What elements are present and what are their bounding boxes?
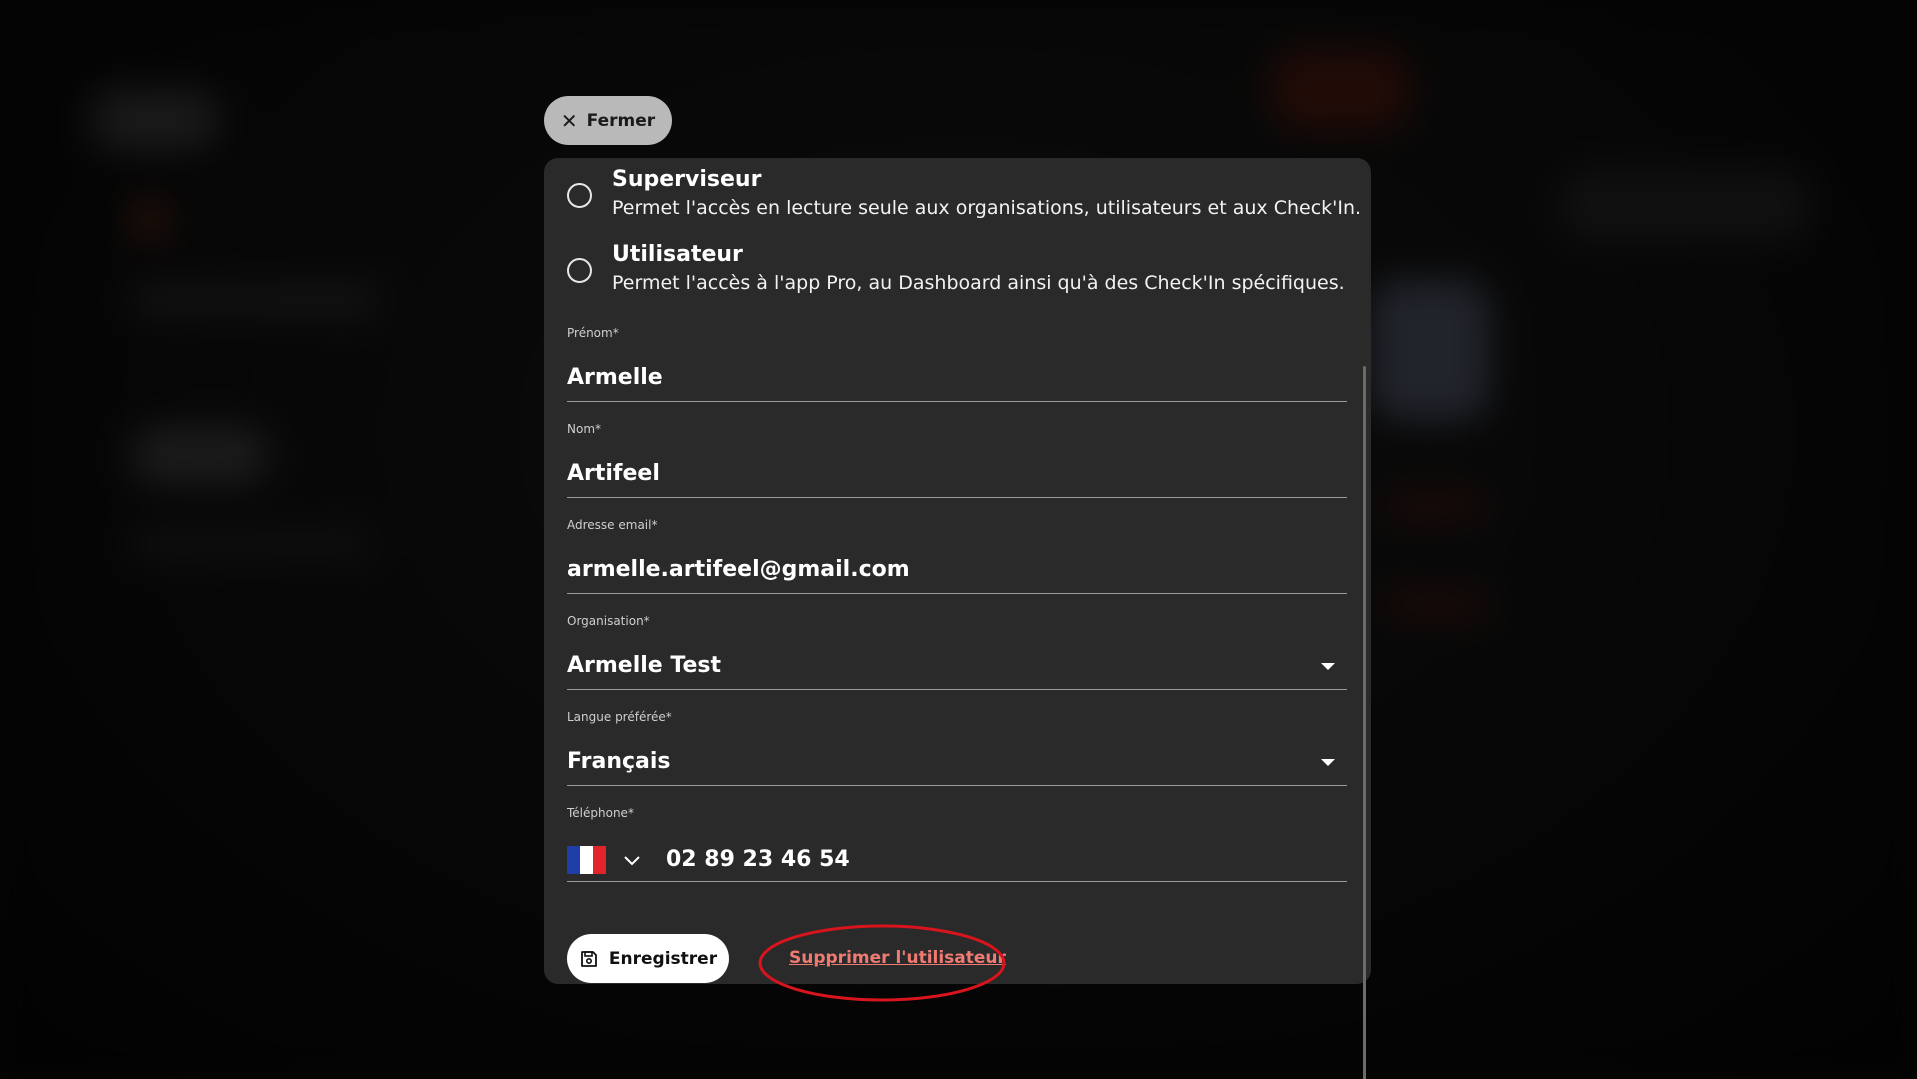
close-icon: ✕ xyxy=(560,108,578,133)
save-button-label: Enregistrer xyxy=(608,948,718,969)
phone-input[interactable]: 02 89 23 46 54 xyxy=(666,841,850,879)
role-description: Permet l'accès en lecture seule aux orga… xyxy=(612,197,1362,219)
save-button[interactable]: Enregistrer xyxy=(567,934,729,983)
first-name-label: Prénom* xyxy=(567,326,619,340)
first-name-input[interactable]: Armelle xyxy=(567,359,1347,402)
flag-france-icon[interactable] xyxy=(567,846,606,874)
email-input[interactable]: armelle.artifeel@gmail.com xyxy=(567,551,1347,594)
language-value: Français xyxy=(567,749,671,774)
role-option-superviseur[interactable]: Superviseur Permet l'accès en lecture se… xyxy=(567,166,1361,222)
language-select[interactable]: Français xyxy=(567,743,1347,786)
phone-input-row: 02 89 23 46 54 xyxy=(567,839,1347,882)
delete-user-link[interactable]: Supprimer l'utilisateur xyxy=(789,948,1006,968)
role-option-utilisateur[interactable]: Utilisateur Permet l'accès à l'app Pro, … xyxy=(567,241,1345,297)
language-field: Langue préférée* Français xyxy=(567,709,1347,786)
role-description: Permet l'accès à l'app Pro, au Dashboard… xyxy=(612,272,1345,294)
organisation-label: Organisation* xyxy=(567,614,650,628)
caret-down-icon[interactable] xyxy=(1321,759,1335,766)
first-name-field: Prénom* Armelle xyxy=(567,325,1347,402)
organisation-field: Organisation* Armelle Test xyxy=(567,613,1347,690)
role-radio-utilisateur[interactable] xyxy=(567,258,592,283)
phone-field: Téléphone* 02 89 23 46 54 xyxy=(567,805,1347,882)
organisation-value: Armelle Test xyxy=(567,653,721,678)
organisation-select[interactable]: Armelle Test xyxy=(567,647,1347,690)
chevron-down-icon[interactable] xyxy=(622,850,642,870)
last-name-input[interactable]: Artifeel xyxy=(567,455,1347,498)
last-name-label: Nom* xyxy=(567,422,602,436)
role-radio-superviseur[interactable] xyxy=(567,183,592,208)
close-button-label: Fermer xyxy=(586,110,656,131)
email-field: Adresse email* armelle.artifeel@gmail.co… xyxy=(567,517,1347,594)
edit-user-modal: Superviseur Permet l'accès en lecture se… xyxy=(544,158,1371,1079)
caret-down-icon[interactable] xyxy=(1321,663,1335,670)
last-name-field: Nom* Artifeel xyxy=(567,421,1347,498)
role-title: Superviseur xyxy=(612,167,762,192)
email-label: Adresse email* xyxy=(567,518,658,532)
scrollbar[interactable] xyxy=(1363,366,1366,1079)
floppy-disk-icon xyxy=(581,950,597,967)
phone-label: Téléphone* xyxy=(567,806,634,820)
role-title: Utilisateur xyxy=(612,242,743,267)
close-button[interactable]: ✕ Fermer xyxy=(544,96,672,145)
language-label: Langue préférée* xyxy=(567,710,672,724)
